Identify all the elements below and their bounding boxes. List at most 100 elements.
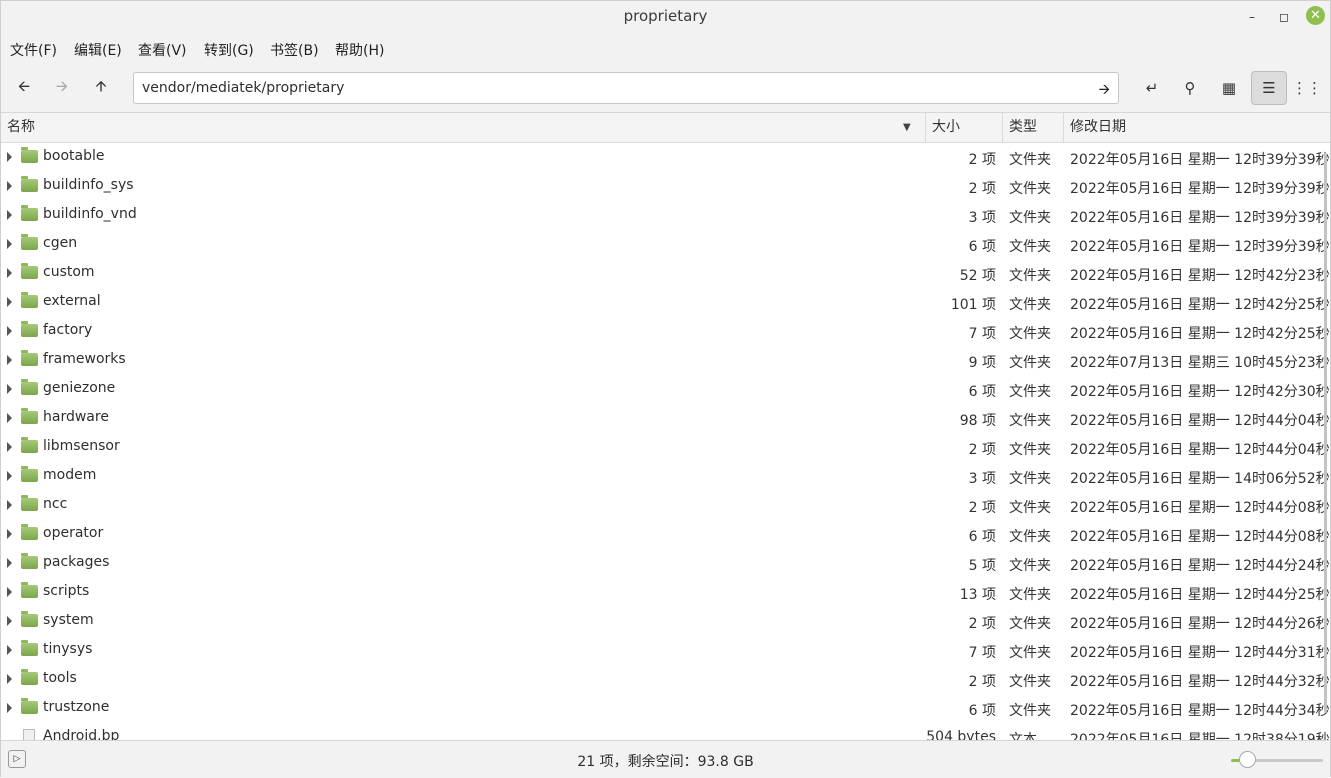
file-size: 13 项 — [959, 587, 996, 603]
file-row[interactable]: tinysys 7 项文件夹 2022年05月16日 星期一 12时44分31秒 — [1, 636, 1330, 665]
expander-icon[interactable] — [7, 529, 12, 539]
file-modified: 2022年05月16日 星期一 14时06分52秒 — [1070, 471, 1330, 487]
up-button[interactable]: 🡩 — [84, 73, 118, 103]
expander-icon[interactable] — [7, 645, 12, 655]
file-row[interactable]: external 101 项文件夹 2022年05月16日 星期一 12时42分25… — [1, 288, 1330, 317]
file-row[interactable]: modem 3 项文件夹 2022年05月16日 星期一 14时06分52秒 — [1, 462, 1330, 491]
expander-icon[interactable] — [7, 703, 12, 713]
file-row[interactable]: trustzone 6 项文件夹 2022年05月16日 星期一 12时44分34秒 — [1, 694, 1330, 723]
file-name: Android.bp — [43, 728, 120, 740]
folder-icon — [21, 379, 38, 395]
expander-icon[interactable] — [7, 674, 12, 684]
expander-icon[interactable] — [7, 181, 12, 191]
expander-icon[interactable] — [7, 268, 12, 278]
file-type: 文件夹 — [1009, 268, 1051, 284]
list-view-button[interactable]: ☰ — [1251, 71, 1287, 105]
file-type: 文件夹 — [1009, 152, 1051, 168]
folder-icon — [21, 611, 38, 627]
folder-icon — [21, 292, 38, 308]
toggle-location-button[interactable]: ↵ — [1135, 73, 1169, 103]
file-row[interactable]: cgen 6 项文件夹 2022年05月16日 星期一 12时39分39秒 — [1, 230, 1330, 259]
file-row[interactable]: frameworks 9 项文件夹 2022年07月13日 星期三 10时45分23… — [1, 346, 1330, 375]
file-name: hardware — [43, 409, 109, 425]
file-row[interactable]: geniezone 6 项文件夹 2022年05月16日 星期一 12时42分30秒 — [1, 375, 1330, 404]
file-modified: 2022年05月16日 星期一 12时44分08秒 — [1070, 529, 1330, 545]
expander-icon[interactable] — [7, 471, 12, 481]
close-icon[interactable]: ✕ — [1306, 6, 1325, 25]
expander-icon[interactable] — [7, 587, 12, 597]
file-name: bootable — [43, 148, 105, 164]
expander-icon[interactable] — [7, 384, 12, 394]
file-row[interactable]: buildinfo_sys 2 项文件夹 2022年05月16日 星期一 12时39… — [1, 172, 1330, 201]
expander-icon[interactable] — [7, 297, 12, 307]
file-modified: 2022年05月16日 星期一 12时44分34秒 — [1070, 703, 1330, 719]
file-row[interactable]: Android.bp 504 bytes 文本 2022年05月16日 星期一 12时… — [1, 723, 1330, 740]
file-row[interactable]: hardware 98 项文件夹 2022年05月16日 星期一 12时44分04秒 — [1, 404, 1330, 433]
expander-icon[interactable] — [7, 210, 12, 220]
file-type: 文件夹 — [1009, 529, 1051, 545]
expander-icon[interactable] — [7, 500, 12, 510]
file-row[interactable]: system 2 项文件夹 2022年05月16日 星期一 12时44分26秒 — [1, 607, 1330, 636]
expander-icon[interactable] — [7, 239, 12, 249]
compact-view-button[interactable]: ⋮⋮ — [1290, 73, 1324, 103]
file-type: 文件夹 — [1009, 355, 1051, 371]
back-button[interactable]: 🡨 — [7, 73, 41, 103]
expander-icon[interactable] — [7, 355, 12, 365]
folder-icon — [21, 466, 38, 482]
file-row[interactable]: bootable 2 项文件夹 2022年05月16日 星期一 12时39分39秒 — [1, 143, 1330, 172]
menu-go[interactable]: 转到(G) — [204, 40, 254, 60]
file-size: 7 项 — [968, 326, 996, 342]
file-row[interactable]: ncc 2 项文件夹 2022年05月16日 星期一 12时44分08秒 — [1, 491, 1330, 520]
file-name: buildinfo_vnd — [43, 206, 137, 222]
file-row[interactable]: scripts 13 项文件夹 2022年05月16日 星期一 12时44分25秒 — [1, 578, 1330, 607]
file-row[interactable]: factory 7 项文件夹 2022年05月16日 星期一 12时42分25秒 — [1, 317, 1330, 346]
maximize-icon[interactable]: ◻ — [1276, 9, 1292, 25]
forward-button[interactable]: 🡪 — [45, 73, 79, 103]
search-button[interactable]: ⚲ — [1173, 73, 1207, 103]
file-size: 98 项 — [959, 413, 996, 429]
sort-descending-icon[interactable]: ▼ — [903, 113, 911, 142]
expander-icon[interactable] — [7, 616, 12, 626]
column-name[interactable]: 名称 — [1, 113, 926, 142]
file-modified: 2022年05月16日 星期一 12时44分24秒 — [1070, 558, 1330, 574]
file-row[interactable]: buildinfo_vnd 3 项文件夹 2022年05月16日 星期一 12时39… — [1, 201, 1330, 230]
menu-edit[interactable]: 编辑(E) — [74, 40, 122, 60]
file-row[interactable]: custom 52 项文件夹 2022年05月16日 星期一 12时42分23秒 — [1, 259, 1330, 288]
file-row[interactable]: tools 2 项文件夹 2022年05月16日 星期一 12时44分32秒 — [1, 665, 1330, 694]
expander-icon[interactable] — [7, 326, 12, 336]
go-arrow-icon[interactable]: 🡪 — [1099, 79, 1110, 103]
menu-file[interactable]: 文件(F) — [10, 40, 57, 60]
vertical-scrollbar[interactable] — [1324, 143, 1328, 740]
column-size[interactable]: 大小 — [926, 113, 1003, 142]
expander-icon[interactable] — [7, 442, 12, 452]
expander-icon[interactable] — [7, 152, 12, 162]
column-modified[interactable]: 修改日期 — [1064, 113, 1330, 142]
file-row[interactable]: operator 6 项文件夹 2022年05月16日 星期一 12时44分08秒 — [1, 520, 1330, 549]
menu-help[interactable]: 帮助(H) — [335, 40, 384, 60]
file-row[interactable]: packages 5 项文件夹 2022年05月16日 星期一 12时44分24秒 — [1, 549, 1330, 578]
title-bar: proprietary – ◻ ✕ — [1, 1, 1330, 33]
file-name: libmsensor — [43, 438, 120, 454]
icon-view-button[interactable]: ▦ — [1212, 73, 1246, 103]
file-name: packages — [43, 554, 110, 570]
folder-icon — [21, 553, 38, 569]
file-name: factory — [43, 322, 93, 338]
menu-bookmarks[interactable]: 书签(B) — [270, 40, 319, 60]
file-row[interactable]: libmsensor 2 项文件夹 2022年05月16日 星期一 12时44分04… — [1, 433, 1330, 462]
file-modified: 2022年05月16日 星期一 12时44分26秒 — [1070, 616, 1330, 632]
file-type: 文件夹 — [1009, 500, 1051, 516]
menu-view[interactable]: 查看(V) — [138, 40, 187, 60]
file-type: 文件夹 — [1009, 326, 1051, 342]
location-input[interactable]: vendor/mediatek/proprietary — [142, 80, 344, 96]
file-size: 504 bytes — [926, 729, 996, 740]
column-type[interactable]: 类型 — [1003, 113, 1064, 142]
file-name: modem — [43, 467, 97, 483]
file-modified: 2022年05月16日 星期一 12时44分25秒 — [1070, 587, 1330, 603]
minimize-icon[interactable]: – — [1244, 9, 1260, 25]
expander-icon[interactable] — [7, 413, 12, 423]
expander-icon[interactable] — [7, 558, 12, 568]
scrollbar-thumb[interactable] — [1324, 153, 1327, 713]
file-modified: 2022年05月16日 星期一 12时42分25秒 — [1070, 297, 1330, 313]
location-bar[interactable]: vendor/mediatek/proprietary 🡪 — [133, 72, 1119, 104]
zoom-slider-knob[interactable] — [1238, 751, 1256, 768]
